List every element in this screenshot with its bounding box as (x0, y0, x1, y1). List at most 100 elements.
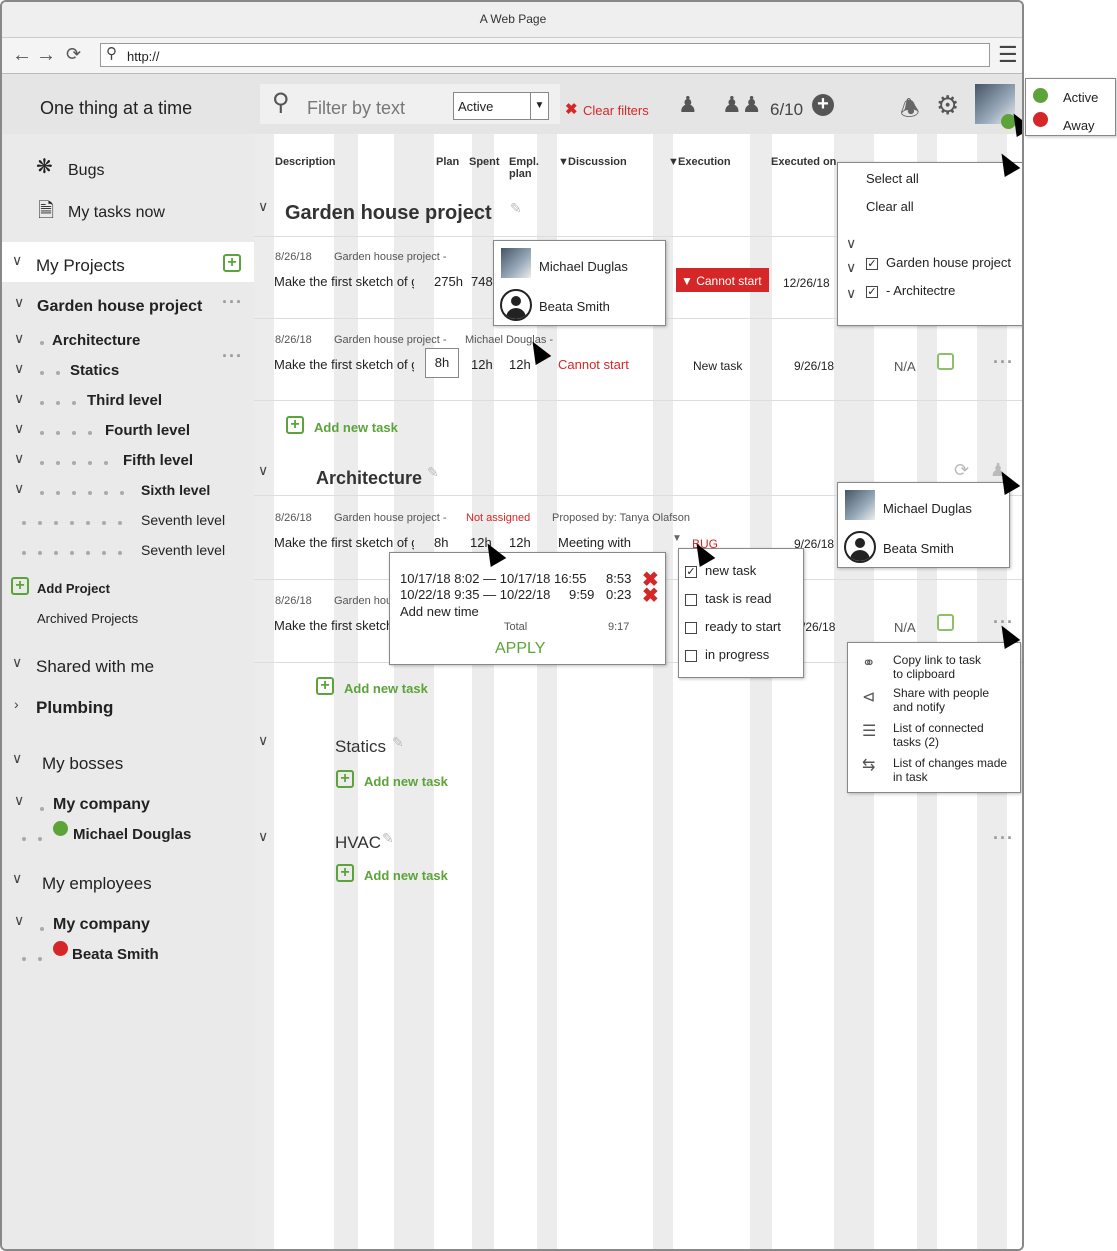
reload-icon[interactable]: ⟳ (66, 44, 81, 65)
tree-item-plumbing[interactable]: Plumbing (36, 698, 113, 718)
boss-name[interactable]: Michael Douglas (73, 826, 191, 843)
more-icon[interactable]: ··· (222, 292, 243, 313)
chevron-down-icon[interactable]: ∨ (846, 235, 856, 252)
menu-icon[interactable]: ☰ (998, 42, 1018, 68)
status-away-option[interactable]: Away (1063, 118, 1095, 133)
checkbox-checked-icon[interactable]: ✓ (866, 257, 878, 270)
tree-item-seventh-level[interactable]: Seventh level (141, 542, 225, 558)
more-icon[interactable]: ··· (993, 828, 1014, 849)
employees-company[interactable]: My company (53, 916, 150, 934)
task-name[interactable]: Make the first sketch of ground floor (274, 274, 414, 294)
plan-input[interactable]: 8h (425, 348, 459, 378)
person-icon[interactable]: ♟ (678, 92, 698, 118)
chevron-down-icon[interactable]: ∨ (258, 462, 268, 479)
add-task-icon[interactable]: + (336, 864, 354, 882)
bosses-company[interactable]: My company (53, 796, 150, 814)
apply-button[interactable]: APPLY (495, 640, 545, 658)
chevron-down-icon[interactable]: ∨ (12, 870, 22, 887)
chevron-down-icon[interactable]: ∨ (14, 792, 24, 809)
chevron-down-icon[interactable]: ∨ (14, 330, 24, 347)
clear-filters-link[interactable]: Clear filters (583, 103, 649, 118)
chevron-down-icon[interactable]: ∨ (258, 198, 268, 215)
tree-item-garden[interactable]: Garden house project (37, 298, 202, 316)
col-execution[interactable]: Execution (678, 156, 731, 168)
checkbox-icon[interactable] (685, 621, 697, 634)
person-option[interactable]: Beata Smith (883, 541, 954, 556)
add-new-time-link[interactable]: Add new time (400, 604, 479, 619)
col-description[interactable]: Description (275, 156, 336, 168)
url-input[interactable]: http:// (100, 43, 990, 67)
sidebar-item-my-tasks-now[interactable]: My tasks now (68, 204, 165, 222)
add-new-task-link[interactable]: Add new task (314, 420, 398, 435)
dropdown-icon[interactable]: ▼ (672, 533, 682, 544)
accept-checkbox[interactable] (937, 353, 954, 370)
person-option[interactable]: Michael Duglas (883, 501, 972, 516)
chevron-down-icon[interactable]: ∨ (846, 259, 856, 276)
add-project-icon[interactable]: + (223, 254, 241, 272)
my-employees[interactable]: My employees (42, 874, 152, 894)
gear-icon[interactable]: ⚙ (936, 90, 959, 121)
sidebar-item-bugs[interactable]: Bugs (68, 162, 104, 180)
chevron-down-icon[interactable]: ∨ (12, 654, 22, 671)
checkbox-icon[interactable] (685, 649, 697, 662)
checkbox-checked-icon[interactable]: ✓ (866, 285, 878, 298)
tree-item-fifth-level[interactable]: Fifth level (123, 452, 193, 469)
filter-option[interactable]: ✓ - Architectre (866, 283, 955, 298)
add-new-task-link[interactable]: Add new task (364, 868, 448, 883)
tree-item-third-level[interactable]: Third level (87, 392, 162, 409)
tree-item-sixth-level[interactable]: Sixth level (141, 482, 210, 498)
add-new-task-link[interactable]: Add new task (364, 774, 448, 789)
filter-option[interactable]: ✓ Garden house project (866, 255, 1011, 270)
pencil-icon[interactable]: ✎ (392, 734, 404, 751)
task-name[interactable]: Make the first sketch of ground floor (274, 357, 414, 377)
my-bosses[interactable]: My bosses (42, 754, 123, 774)
chevron-down-icon[interactable]: ∨ (14, 360, 24, 377)
col-discussion[interactable]: Discussion (568, 156, 627, 168)
chevron-down-icon[interactable]: ∨ (12, 750, 22, 767)
status-option[interactable]: in progress (685, 647, 769, 662)
back-icon[interactable]: ← (12, 44, 32, 67)
task-name[interactable]: Make the first sketch of ground floor (274, 618, 392, 638)
chevron-down-icon[interactable]: ∨ (14, 450, 24, 467)
add-new-task-link[interactable]: Add new task (344, 681, 428, 696)
status-select[interactable]: Active ▼ (453, 92, 549, 120)
chevron-down-icon[interactable]: ∨ (14, 294, 24, 311)
pencil-icon[interactable]: ✎ (510, 200, 522, 217)
add-project-link[interactable]: Add Project (37, 581, 110, 596)
tree-item-statics[interactable]: Statics (70, 362, 119, 379)
status-option[interactable]: task is read (685, 591, 771, 606)
chevron-down-icon[interactable]: ∨ (14, 480, 24, 497)
archived-projects-link[interactable]: Archived Projects (37, 611, 138, 626)
more-icon[interactable]: ··· (993, 352, 1014, 373)
chevron-down-icon[interactable]: ∨ (846, 285, 856, 302)
delete-icon[interactable]: ✖ (642, 583, 659, 608)
status-text[interactable]: Cannot start (558, 357, 629, 372)
add-task-icon[interactable]: + (316, 677, 334, 695)
col-plan[interactable]: Plan (436, 156, 459, 168)
chevron-down-icon[interactable]: ∨ (14, 390, 24, 407)
status-option[interactable]: ✓ new task (685, 563, 756, 578)
tree-item-fourth-level[interactable]: Fourth level (105, 422, 190, 439)
col-executed-on[interactable]: Executed on (771, 156, 836, 168)
chevron-down-icon[interactable]: ∨ (258, 828, 268, 845)
employee-name[interactable]: Beata Smith (72, 946, 159, 963)
chevron-down-icon[interactable]: ∨ (14, 420, 24, 437)
col-spent[interactable]: Spent (469, 156, 500, 168)
tree-item-architecture[interactable]: Architecture (52, 332, 140, 349)
status-active-option[interactable]: Active (1063, 90, 1098, 105)
add-task-icon[interactable]: + (336, 770, 354, 788)
add-project-icon[interactable]: + (11, 577, 29, 595)
chevron-right-icon[interactable]: › (14, 696, 19, 712)
chevron-down-icon[interactable]: ∨ (14, 912, 24, 929)
filter-input[interactable]: Filter by text (307, 98, 405, 119)
bell-icon[interactable]: 🕭 (900, 92, 920, 130)
checkbox-icon[interactable] (685, 593, 697, 606)
chevron-down-icon[interactable]: ∨ (258, 732, 268, 749)
clear-all-option[interactable]: Clear all (866, 199, 914, 214)
pencil-icon[interactable]: ✎ (382, 830, 394, 847)
more-icon[interactable]: ··· (222, 346, 243, 367)
checkbox-checked-icon[interactable]: ✓ (685, 565, 697, 578)
person-option[interactable]: Michael Duglas (539, 259, 628, 274)
group-icon[interactable]: ♟♟ (722, 92, 761, 118)
status-option[interactable]: ready to start (685, 619, 781, 634)
